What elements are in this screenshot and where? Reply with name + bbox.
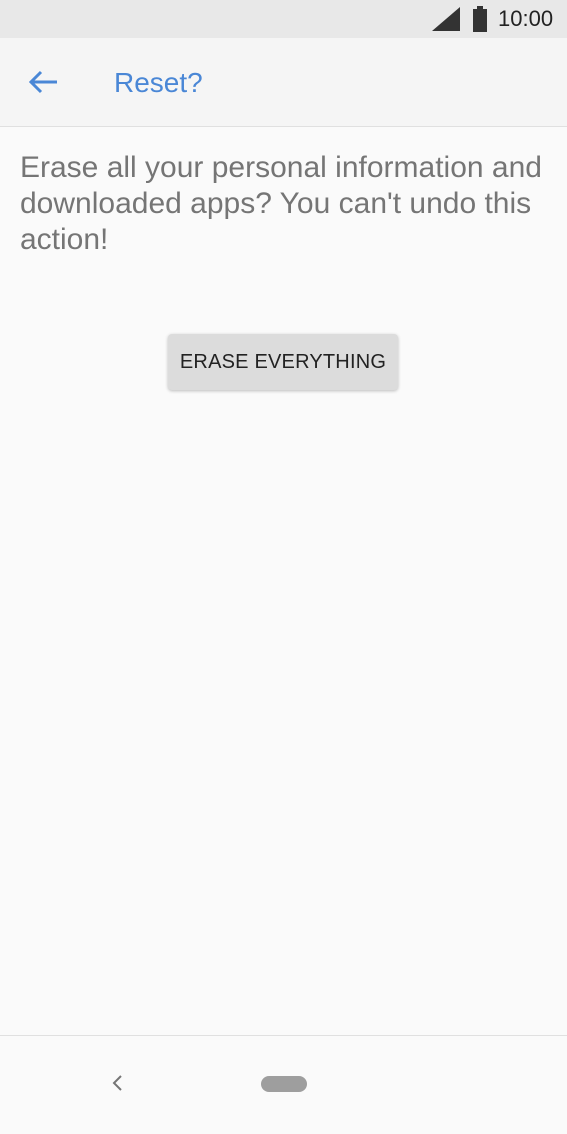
arrow-back-icon xyxy=(29,70,57,94)
screen: 10:00 Reset? Erase all your personal inf… xyxy=(0,0,567,1134)
page-title: Reset? xyxy=(114,67,203,98)
status-bar: 10:00 xyxy=(0,0,567,38)
back-button[interactable] xyxy=(18,58,70,106)
signal-icon xyxy=(432,7,460,31)
warning-message: Erase all your personal information and … xyxy=(20,151,542,256)
app-bar: Reset? xyxy=(0,38,567,127)
navigation-bar xyxy=(0,1036,567,1134)
chevron-left-icon[interactable] xyxy=(104,1070,130,1096)
battery-icon xyxy=(473,6,487,32)
status-time: 10:00 xyxy=(498,6,554,31)
erase-everything-button[interactable]: ERASE EVERYTHING xyxy=(168,334,398,390)
home-pill-icon[interactable] xyxy=(261,1076,307,1092)
